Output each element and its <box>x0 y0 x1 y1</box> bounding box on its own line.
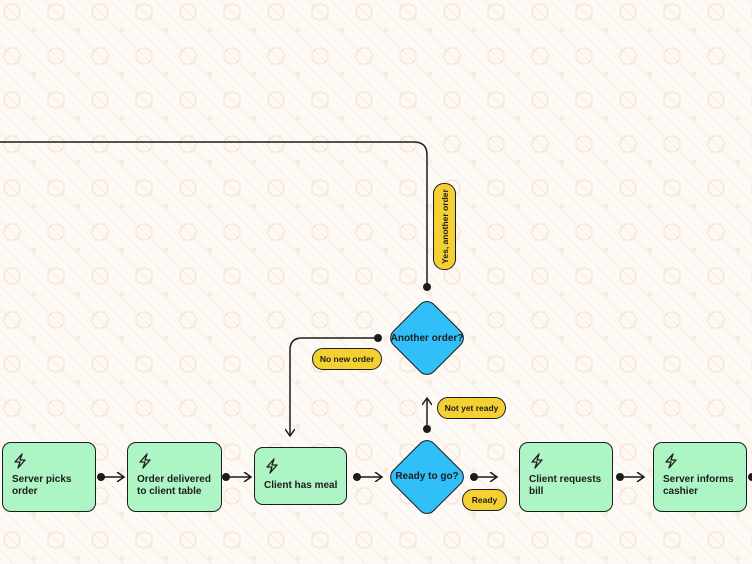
lightning-bolt-icon <box>530 453 544 469</box>
task-server-informs-cashier[interactable]: Server informs cashier <box>653 442 747 512</box>
task-label: Server informs cashier <box>663 474 734 497</box>
lightning-bolt-icon <box>138 453 152 469</box>
edge-label-no-new-order: No new order <box>312 348 382 370</box>
connector-dot <box>748 473 752 481</box>
task-label: Order delivered to client table <box>137 474 211 497</box>
connector-dot <box>353 473 361 481</box>
connector-dot <box>616 473 624 481</box>
task-client-requests-bill[interactable]: Client requests bill <box>519 442 613 512</box>
connector-dot <box>423 425 431 433</box>
lightning-bolt-icon <box>664 453 678 469</box>
decision-label: Another order? <box>390 333 464 344</box>
connector-dot <box>423 283 431 291</box>
edge-label-yes-another-order: Yes, another order <box>433 183 456 270</box>
task-server-picks-order[interactable]: Server picks order <box>2 442 96 512</box>
connector-dot <box>222 473 230 481</box>
task-client-has-meal[interactable]: Client has meal <box>254 447 347 505</box>
lightning-bolt-icon <box>13 453 27 469</box>
connectors <box>0 141 752 564</box>
task-order-delivered[interactable]: Order delivered to client table <box>127 442 222 512</box>
edge-label-not-yet-ready: Not yet ready <box>437 397 506 419</box>
edge-yes-another <box>0 141 428 287</box>
lightning-bolt-icon <box>265 458 279 474</box>
task-label: Client has meal <box>264 480 338 491</box>
decision-label: Ready to go? <box>395 471 459 482</box>
task-label: Server picks order <box>12 474 72 497</box>
edge-label-ready: Ready <box>462 489 507 511</box>
connector-dot <box>97 473 105 481</box>
task-label: Client requests bill <box>529 474 602 497</box>
